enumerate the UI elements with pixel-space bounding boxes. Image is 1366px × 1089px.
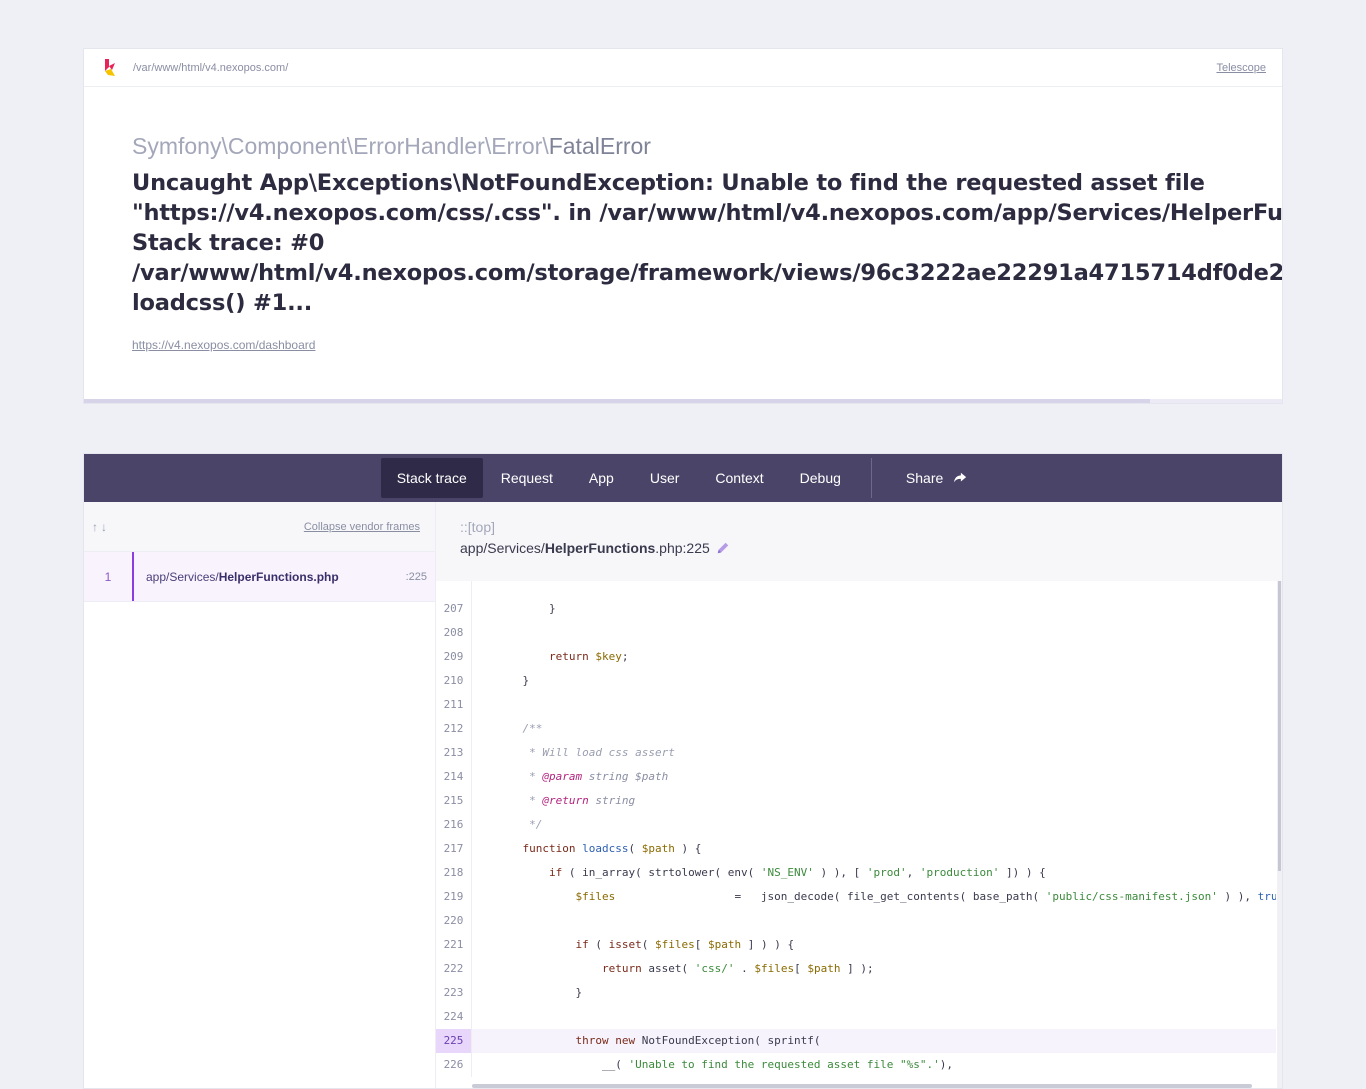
line-number: 226 bbox=[436, 1053, 472, 1077]
code-line: 217 function loadcss( $path ) { bbox=[436, 837, 1276, 861]
code-line: 216 */ bbox=[436, 813, 1276, 837]
nav-divider bbox=[870, 458, 872, 498]
exception-class: Symfony\Component\ErrorHandler\Error\Fat… bbox=[132, 133, 1282, 160]
line-number: 219 bbox=[436, 885, 472, 909]
code-line: 222 return asset( 'css/' . $files[ $path… bbox=[436, 957, 1276, 981]
frame-file-name: HelperFunctions.php bbox=[218, 569, 339, 584]
error-topbar: /var/www/html/v4.nexopos.com/ Telescope bbox=[84, 49, 1282, 87]
tab-app[interactable]: App bbox=[571, 458, 632, 498]
line-number: 218 bbox=[436, 861, 472, 885]
code-line: 226 __( 'Unable to find the requested as… bbox=[436, 1053, 1276, 1077]
frames-header: ↑ ↓ Collapse vendor frames bbox=[84, 502, 435, 552]
exception-message-line: Stack trace: #0 bbox=[132, 230, 325, 256]
line-number: 213 bbox=[436, 741, 472, 765]
line-number: 209 bbox=[436, 645, 472, 669]
line-number: 211 bbox=[436, 693, 472, 717]
tab-nav: Stack trace Request App User Context Deb… bbox=[84, 454, 1282, 502]
code-line: 223 } bbox=[436, 981, 1276, 1005]
code-line: 207 } bbox=[436, 597, 1276, 621]
code-line: 219 $files = json_decode( file_get_conte… bbox=[436, 885, 1276, 909]
frame-file-prefix: app/Services/ bbox=[146, 569, 219, 584]
line-number: 224 bbox=[436, 1005, 472, 1029]
frame-path: app/Services/HelperFunctions.php:225 bbox=[460, 540, 1258, 556]
frame-selected-indicator bbox=[132, 552, 134, 601]
code-viewer: 207 } 208 209 return $key; 210 } 211 212… bbox=[436, 581, 1276, 1088]
tab-request[interactable]: Request bbox=[483, 458, 571, 498]
code-line-highlighted: 225 throw new NotFoundException( sprintf… bbox=[436, 1029, 1276, 1053]
line-number: 217 bbox=[436, 837, 472, 861]
collapse-vendor-frames-link[interactable]: Collapse vendor frames bbox=[304, 521, 420, 533]
telescope-link[interactable]: Telescope bbox=[1216, 62, 1266, 74]
code-panel: ::[top] app/Services/HelperFunctions.php… bbox=[436, 502, 1282, 1088]
line-number: 221 bbox=[436, 933, 472, 957]
arrow-down-icon[interactable]: ↓ bbox=[101, 520, 107, 534]
code-line: 209 return $key; bbox=[436, 645, 1276, 669]
exception-message-line: /var/www/html/v4.nexopos.com/storage/fra… bbox=[132, 260, 1283, 286]
share-icon bbox=[954, 472, 967, 483]
share-button[interactable]: Share bbox=[888, 458, 985, 498]
error-card: /var/www/html/v4.nexopos.com/ Telescope … bbox=[83, 48, 1283, 404]
code-line: 214 * @param string $path bbox=[436, 765, 1276, 789]
vertical-scrollbar-thumb[interactable] bbox=[1278, 581, 1281, 871]
stack-frame-row[interactable]: 1 app/Services/HelperFunctions.php :225 bbox=[84, 552, 435, 602]
frame-namespace: ::[top] bbox=[460, 519, 496, 535]
code-line: 212 /** bbox=[436, 717, 1276, 741]
progress-track bbox=[84, 399, 1282, 403]
code-line: 220 bbox=[436, 909, 1276, 933]
frame-header: ::[top] app/Services/HelperFunctions.php… bbox=[436, 502, 1282, 581]
code-line: 211 bbox=[436, 693, 1276, 717]
tab-debug[interactable]: Debug bbox=[782, 458, 859, 498]
frame-path-suffix: .php:225 bbox=[655, 540, 710, 556]
code-line: 221 if ( isset( $files[ $path ] ) ) { bbox=[436, 933, 1276, 957]
line-number: 214 bbox=[436, 765, 472, 789]
code-line: 208 bbox=[436, 621, 1276, 645]
horizontal-scrollbar[interactable] bbox=[472, 1084, 1252, 1088]
request-url-link[interactable]: https://v4.nexopos.com/dashboard bbox=[132, 338, 315, 352]
exception-message-line: "https://v4.nexopos.com/css/.css". in /v… bbox=[132, 200, 1283, 226]
tab-context[interactable]: Context bbox=[697, 458, 781, 498]
frame-path-file: HelperFunctions bbox=[544, 540, 656, 556]
tab-stack-trace[interactable]: Stack trace bbox=[380, 458, 483, 498]
frames-panel: ↑ ↓ Collapse vendor frames 1 app/Service… bbox=[84, 502, 436, 1088]
exception-namespace: Symfony\Component\ErrorHandler\Error\ bbox=[132, 133, 549, 159]
share-label: Share bbox=[905, 470, 944, 486]
vertical-scrollbar[interactable] bbox=[1277, 581, 1282, 1088]
code-line: 224 bbox=[436, 1005, 1276, 1029]
line-number: 212 bbox=[436, 717, 472, 741]
frame-number: 1 bbox=[104, 569, 112, 584]
line-number: 216 bbox=[436, 813, 472, 837]
line-number: 222 bbox=[436, 957, 472, 981]
exception-message-line: loadcss() #1... bbox=[132, 290, 313, 316]
arrow-up-icon[interactable]: ↑ bbox=[92, 520, 98, 534]
line-number: 225 bbox=[436, 1029, 472, 1053]
line-number: 223 bbox=[436, 981, 472, 1005]
app-logo-icon bbox=[104, 58, 116, 78]
line-number: 220 bbox=[436, 909, 472, 933]
line-number: 210 bbox=[436, 669, 472, 693]
exception-message: Uncaught App\Exceptions\NotFoundExceptio… bbox=[132, 168, 1283, 318]
exception-message-line: Uncaught App\Exceptions\NotFoundExceptio… bbox=[132, 170, 1205, 196]
code-line: 218 if ( in_array( strtolower( env( 'NS_… bbox=[436, 861, 1276, 885]
code-line: 210 } bbox=[436, 669, 1276, 693]
line-number: 207 bbox=[436, 597, 472, 621]
stack-card: Stack trace Request App User Context Deb… bbox=[83, 453, 1283, 1089]
pencil-icon[interactable] bbox=[716, 541, 730, 555]
line-number: 215 bbox=[436, 789, 472, 813]
code-line: 215 * @return string bbox=[436, 789, 1276, 813]
tab-user[interactable]: User bbox=[632, 458, 698, 498]
code-line: 213 * Will load css assert bbox=[436, 741, 1276, 765]
line-number: 208 bbox=[436, 621, 472, 645]
progress-fill bbox=[84, 399, 1151, 403]
frame-line: :225 bbox=[405, 570, 427, 583]
project-path: /var/www/html/v4.nexopos.com/ bbox=[133, 61, 289, 74]
frame-file: app/Services/HelperFunctions.php bbox=[132, 570, 406, 584]
exception-class-name: FatalError bbox=[548, 133, 651, 159]
frame-path-prefix: app/Services/ bbox=[460, 540, 545, 556]
